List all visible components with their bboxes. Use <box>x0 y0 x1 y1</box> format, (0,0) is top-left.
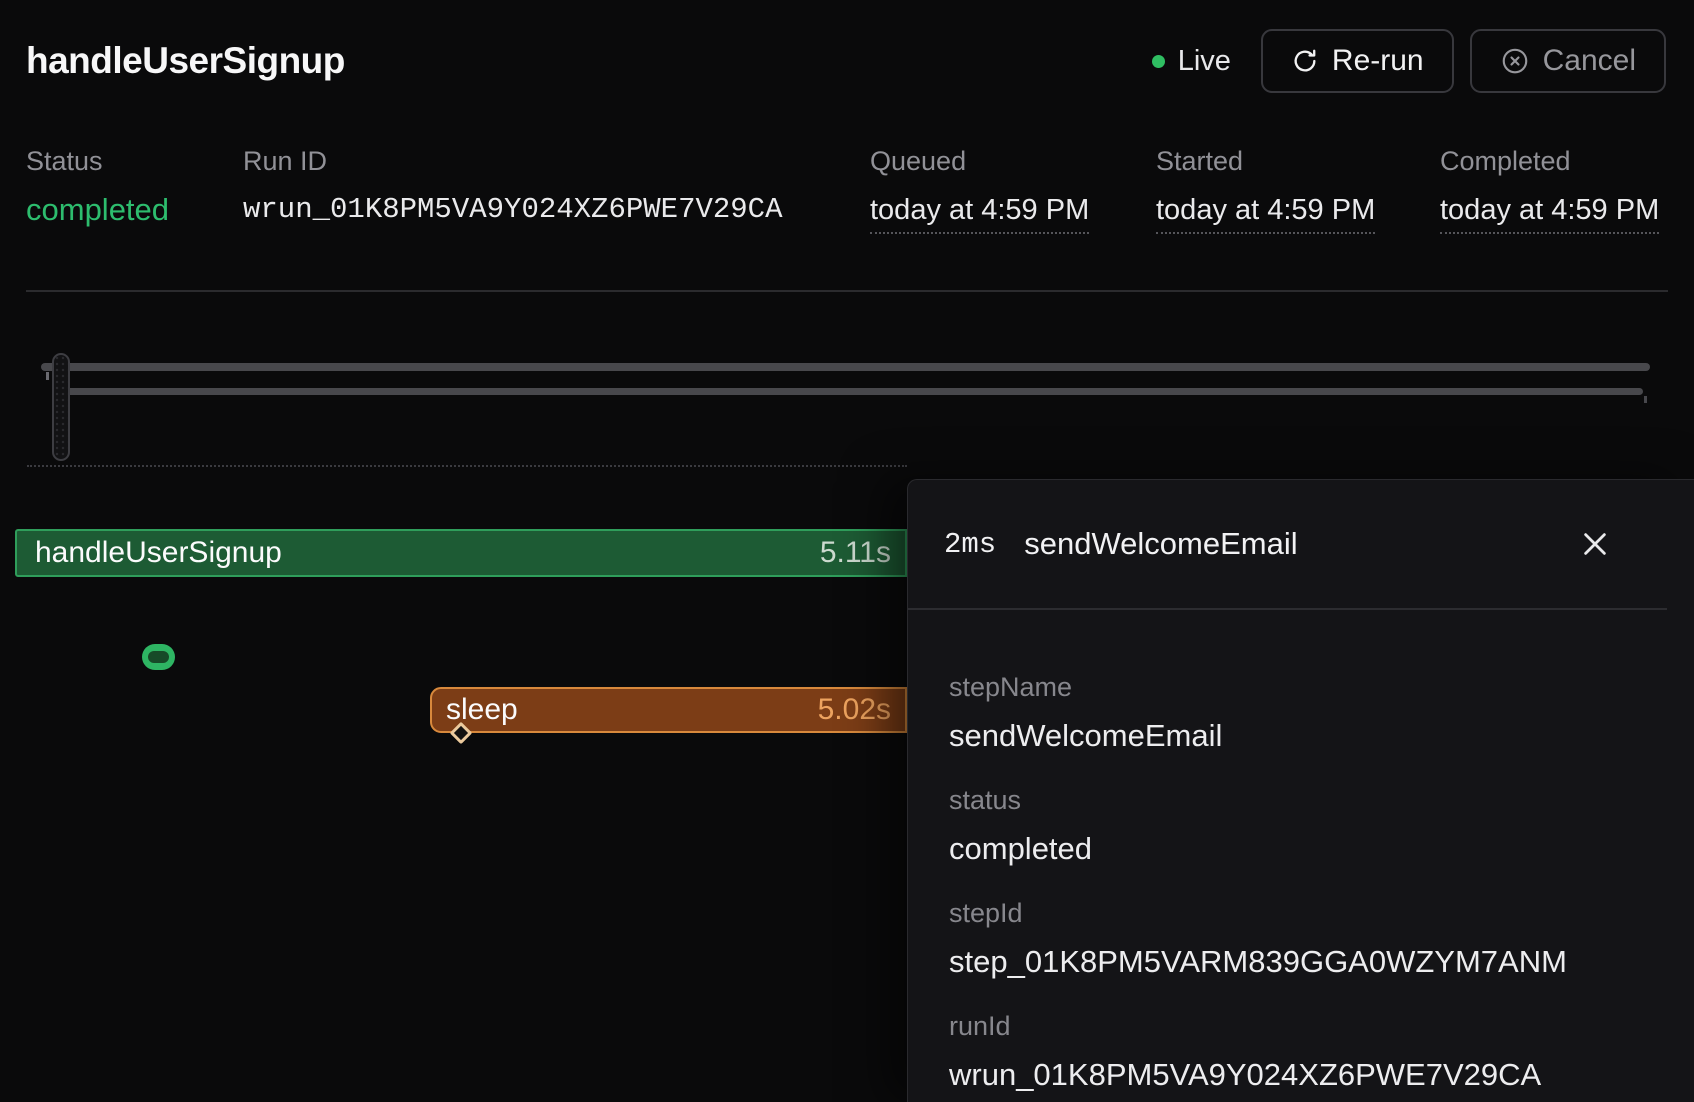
run-span-label: handleUserSignup <box>17 536 282 570</box>
field-run-id: runId wrun_01K8PM5VA9Y024XZ6PWE7V29CA <box>949 1009 1654 1097</box>
field-step-name: stepName sendWelcomeEmail <box>949 670 1654 758</box>
field-value: sendWelcomeEmail <box>949 714 1654 758</box>
meta-label: Run ID <box>243 144 870 178</box>
status-badge: completed <box>26 190 243 230</box>
sleep-span-label: sleep <box>432 693 518 727</box>
page-title: handleUserSignup <box>26 40 345 82</box>
circle-x-icon <box>1500 46 1530 76</box>
step-detail-panel: 2ms sendWelcomeEmail stepName sendWelcom… <box>907 479 1694 1102</box>
sleep-span-duration: 5.02s <box>818 693 905 727</box>
started-time: today at 4:59 PM <box>1156 193 1375 234</box>
field-label: stepName <box>949 670 1654 704</box>
run-span-duration: 5.11s <box>820 536 905 570</box>
meta-label: Started <box>1156 144 1440 178</box>
step-duration: 2ms <box>944 528 996 561</box>
live-label: Live <box>1178 45 1231 78</box>
section-divider <box>26 290 1668 292</box>
queued-time: today at 4:59 PM <box>870 193 1089 234</box>
meta-started: Started today at 4:59 PM <box>1156 144 1440 234</box>
minimap-brush-handle[interactable] <box>52 353 70 461</box>
trace-span-sleep[interactable]: sleep 5.02s <box>430 687 907 733</box>
meta-run-id: Run ID wrun_01K8PM5VA9Y024XZ6PWE7V29CA <box>243 144 870 234</box>
field-status: status completed <box>949 783 1654 871</box>
minimap-run-span <box>41 363 1650 371</box>
meta-label: Queued <box>870 144 1156 178</box>
field-step-id: stepId step_01K8PM5VARM839GGA0WZYM7ANM <box>949 896 1654 984</box>
trace-span-run[interactable]: handleUserSignup 5.11s <box>15 529 907 577</box>
step-detail-body: stepName sendWelcomeEmail status complet… <box>908 610 1694 1097</box>
app-header: handleUserSignup Live Re-run <box>0 0 1694 112</box>
step-detail-header: 2ms sendWelcomeEmail <box>908 480 1667 610</box>
timeline-minimap[interactable] <box>0 330 1694 470</box>
cancel-button[interactable]: Cancel <box>1470 29 1666 93</box>
field-label: status <box>949 783 1654 817</box>
live-dot-icon <box>1152 55 1165 68</box>
field-value: step_01K8PM5VARM839GGA0WZYM7ANM <box>949 940 1654 984</box>
field-label: runId <box>949 1009 1654 1043</box>
live-indicator: Live <box>1152 45 1231 78</box>
completed-time: today at 4:59 PM <box>1440 193 1659 234</box>
meta-label: Completed <box>1440 144 1659 178</box>
rerun-label: Re-run <box>1332 44 1424 78</box>
field-value: wrun_01K8PM5VA9Y024XZ6PWE7V29CA <box>949 1053 1654 1097</box>
meta-queued: Queued today at 4:59 PM <box>870 144 1156 234</box>
minimap-sleep-span <box>59 388 1643 395</box>
step-title: sendWelcomeEmail <box>1024 526 1297 562</box>
minimap-step-tick <box>46 372 49 380</box>
close-icon[interactable] <box>1575 524 1615 564</box>
field-label: stepId <box>949 896 1654 930</box>
meta-status: Status completed <box>26 144 243 234</box>
run-metadata-row: Status completed Run ID wrun_01K8PM5VA9Y… <box>26 144 1668 234</box>
workflow-run-page: handleUserSignup Live Re-run <box>0 0 1694 1102</box>
minimap-end-tick <box>1644 396 1647 403</box>
header-controls: Live Re-run Cancel <box>1152 29 1666 93</box>
rerun-button[interactable]: Re-run <box>1261 29 1454 93</box>
step-marker-pill-icon[interactable] <box>142 644 175 670</box>
meta-label: Status <box>26 144 243 178</box>
run-id-value: wrun_01K8PM5VA9Y024XZ6PWE7V29CA <box>243 190 870 230</box>
meta-completed: Completed today at 4:59 PM <box>1440 144 1659 234</box>
field-value: completed <box>949 827 1654 871</box>
cancel-label: Cancel <box>1543 44 1636 78</box>
refresh-icon <box>1291 47 1319 75</box>
step-marker-pill-inner <box>148 651 169 663</box>
